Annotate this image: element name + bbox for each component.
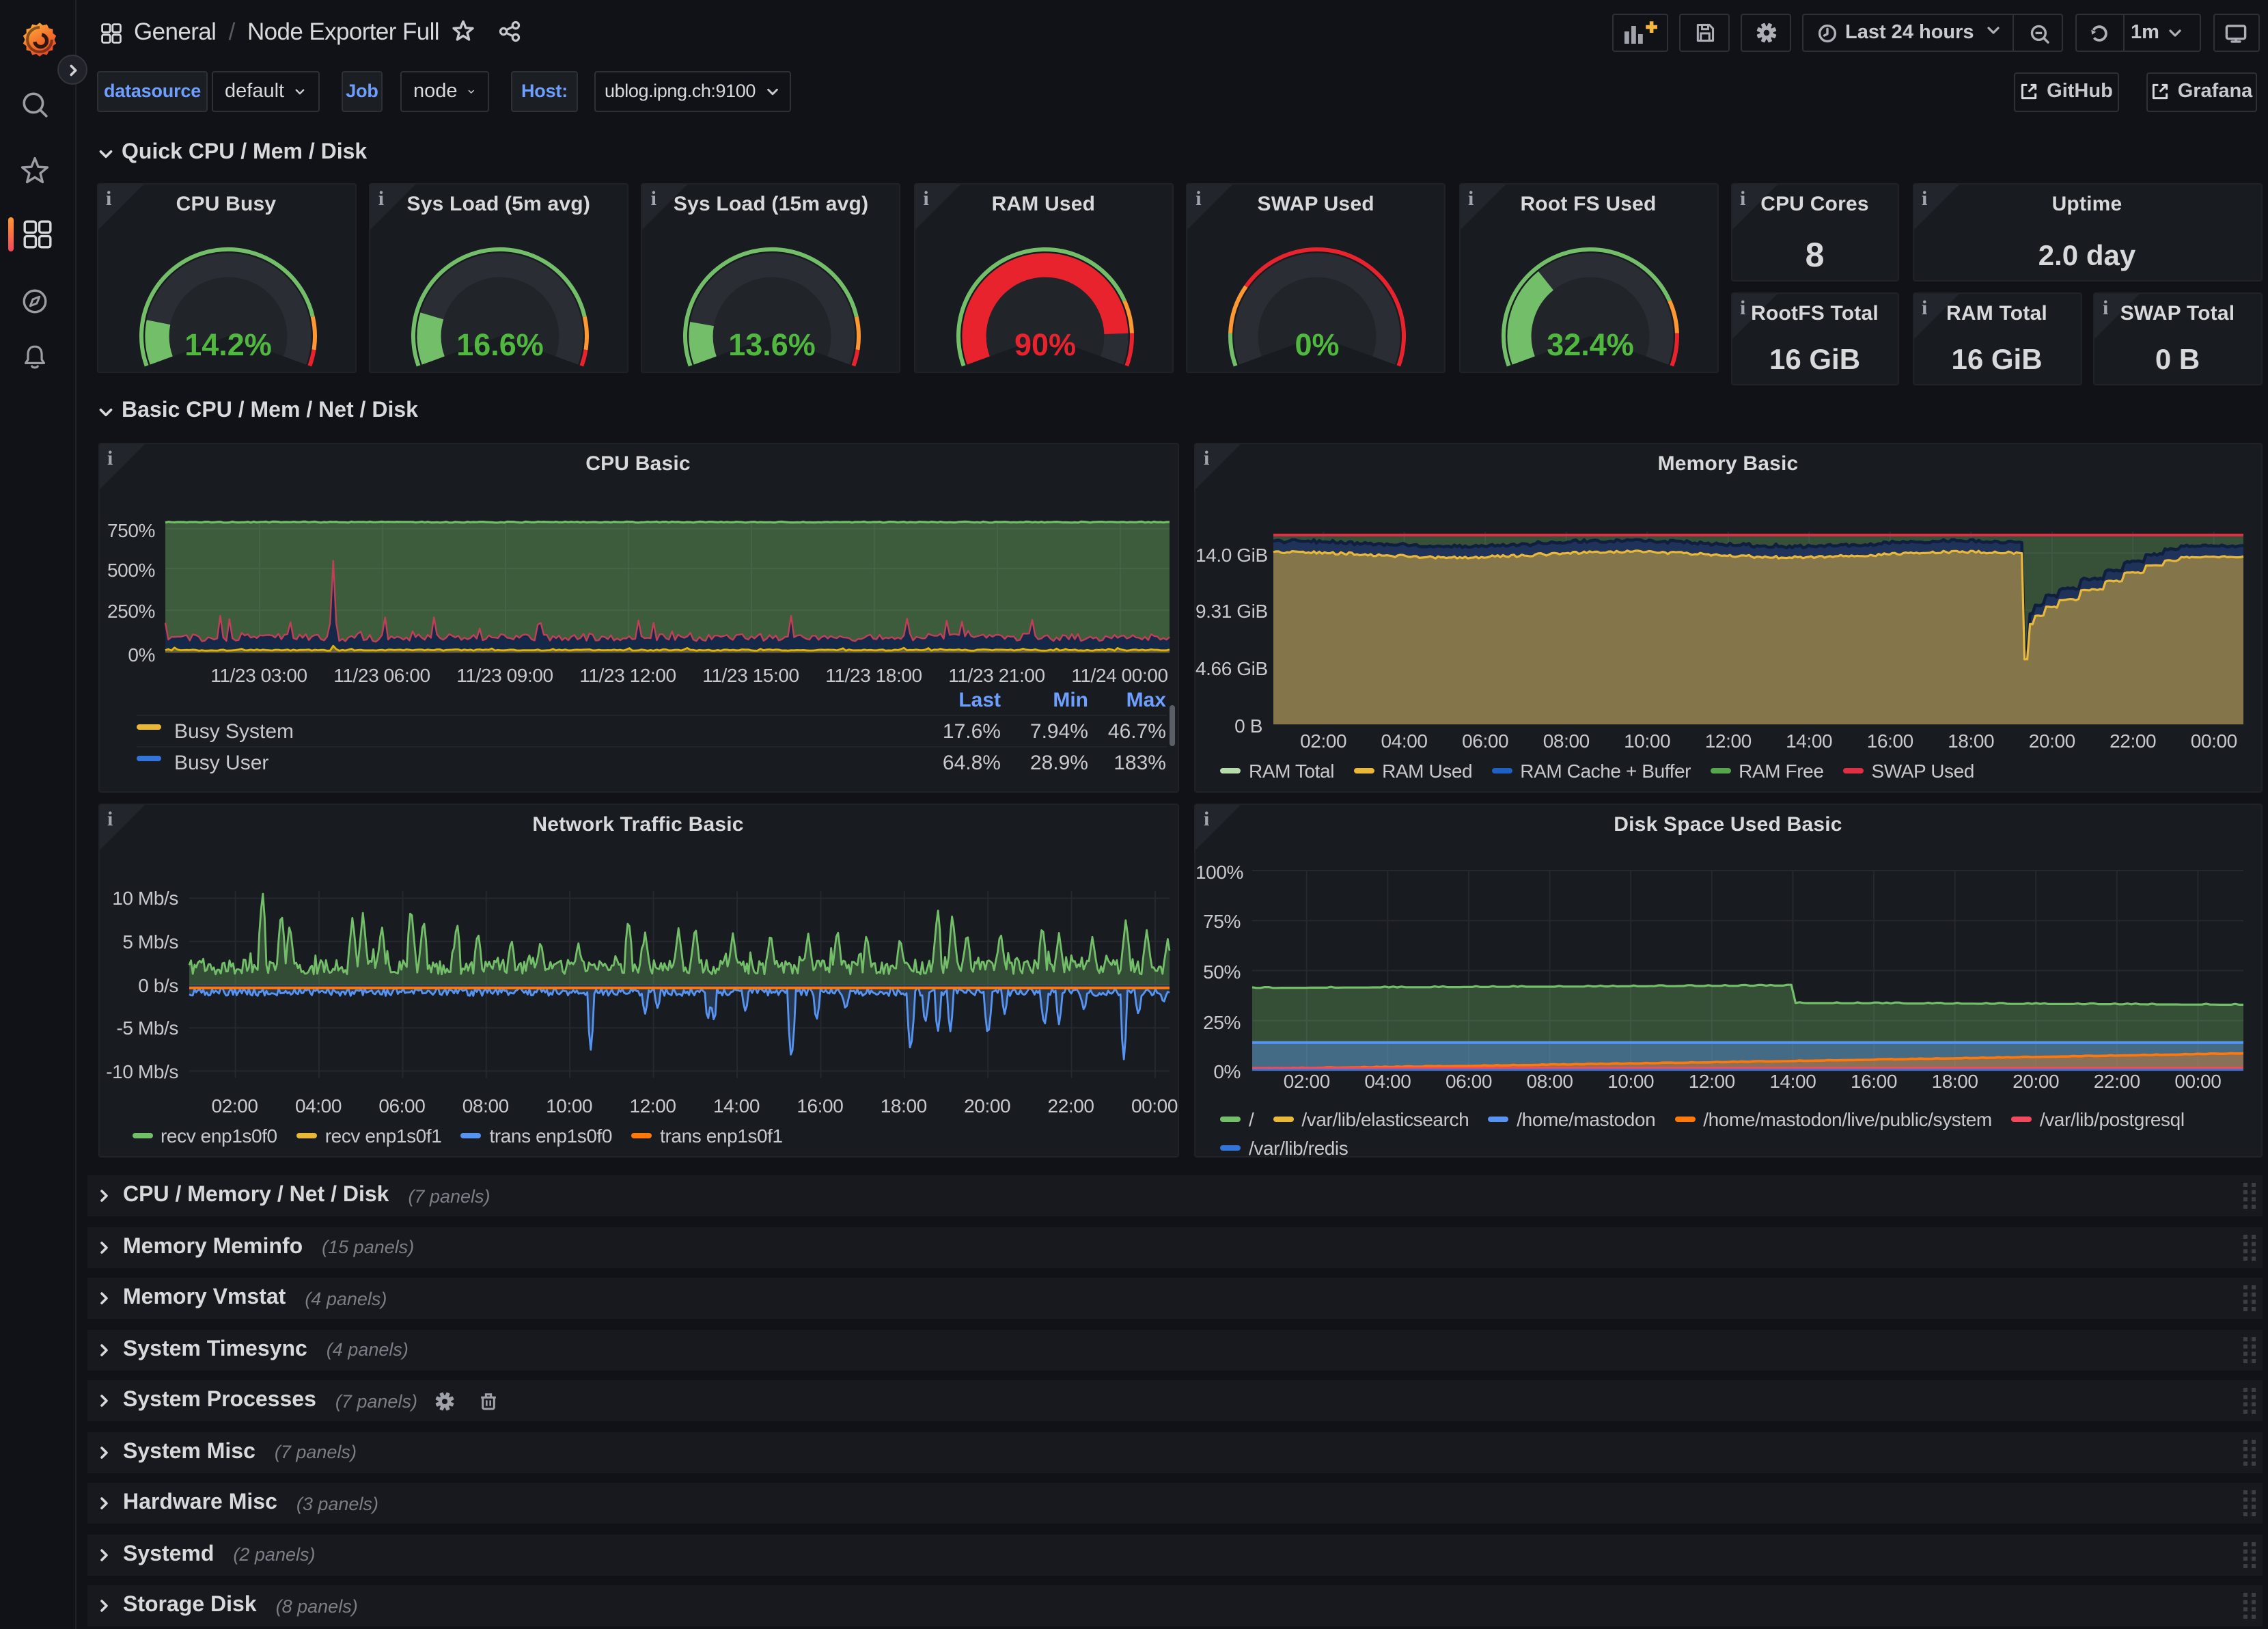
svg-text:14.2%: 14.2% — [184, 327, 271, 362]
svg-text:90%: 90% — [1014, 327, 1075, 362]
svg-text:13.6%: 13.6% — [729, 327, 816, 362]
svg-text:0%: 0% — [1295, 327, 1340, 362]
svg-text:16.6%: 16.6% — [456, 327, 544, 362]
svg-text:32.4%: 32.4% — [1546, 327, 1633, 362]
